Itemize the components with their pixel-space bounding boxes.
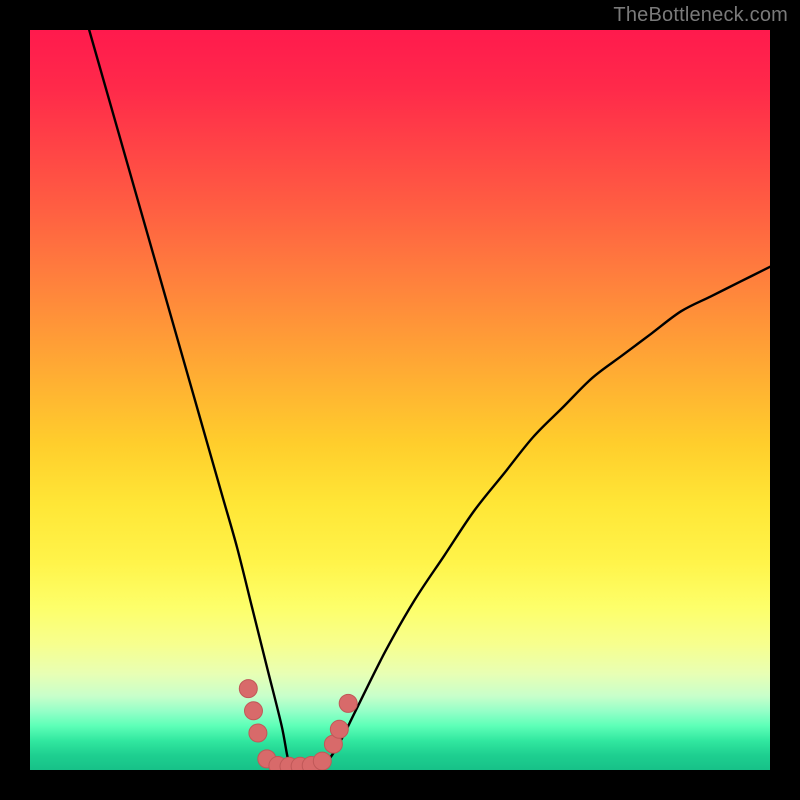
curve-marker	[249, 724, 267, 742]
marker-cluster	[239, 680, 357, 770]
curve-marker	[244, 702, 262, 720]
curve-marker	[330, 720, 348, 738]
chart-plot-area	[30, 30, 770, 770]
curve-marker	[239, 680, 257, 698]
curve-marker	[339, 694, 357, 712]
bottleneck-curve-path	[89, 30, 770, 767]
curve-marker	[313, 752, 331, 770]
watermark-label: TheBottleneck.com	[613, 4, 788, 27]
bottleneck-curve-svg	[30, 30, 770, 770]
